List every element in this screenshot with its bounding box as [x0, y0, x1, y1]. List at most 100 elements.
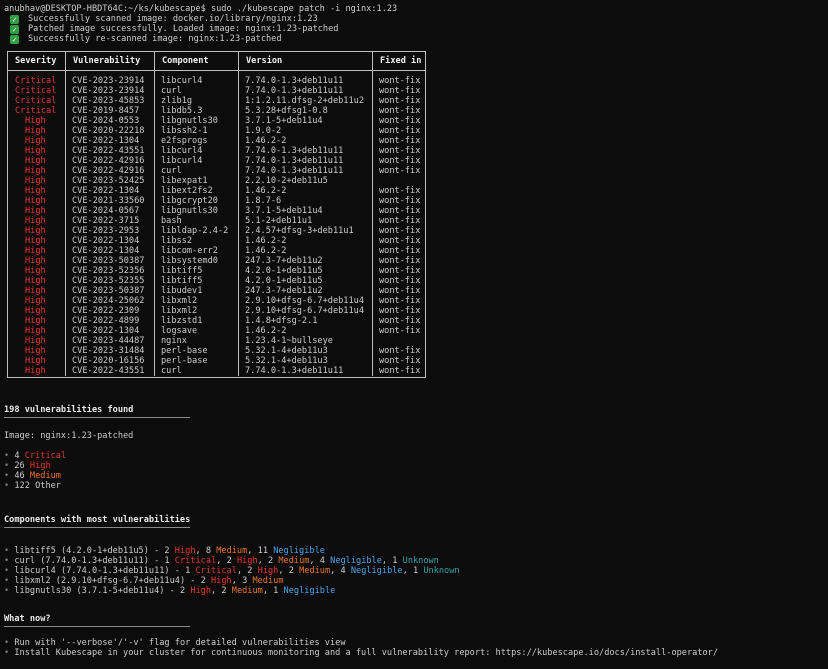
component-cell: libcurl4 [154, 156, 239, 166]
fixed-in-cell: wont-fix [372, 296, 425, 306]
check-icon: ✓ [10, 25, 19, 34]
table-row: High CVE-2023-50387 libsystemd0 247.3-7+deb… [8, 256, 425, 266]
version-cell: 1.46.2-2 [238, 186, 373, 196]
bullet: • [4, 566, 10, 576]
fixed-in-cell: wont-fix [372, 306, 425, 316]
whatnow-title: What now? [4, 614, 51, 624]
severity-cell: High [25, 216, 46, 226]
table-row: Critical CVE-2023-23914 libcurl4 7.74.0-1.3… [8, 70, 425, 86]
vulnerability-cell: CVE-2023-45853 [65, 96, 155, 106]
bullet: • [4, 638, 10, 648]
table-row: Critical CVE-2023-23914 curl 7.74.0-1.3+deb… [8, 86, 425, 96]
command-prompt: anubhav@DESKTOP-HBDT64C:~/ks/kubescape$ … [4, 4, 398, 14]
severity-cell: High [25, 176, 46, 186]
table-row: Critical CVE-2023-45853 zlib1g 1:1.2.11.dfs… [8, 96, 425, 106]
fixed-in-cell: wont-fix [372, 266, 425, 276]
table-row: High CVE-2022-1304 e2fsprogs 1.46.2-2 wont-f… [8, 136, 425, 146]
status-line: ✓ Patched image successfully. Loaded imag… [4, 24, 824, 34]
table-row: High CVE-2023-52356 libtiff5 4.2.0-1+deb11u… [8, 266, 425, 276]
version-cell: 3.7.1-5+deb11u4 [238, 206, 373, 216]
fixed-in-cell: wont-fix [372, 70, 425, 86]
status-line: ✓ Successfully re-scanned image: nginx:1.… [4, 34, 824, 44]
severity-cell: High [25, 246, 46, 256]
severity-cell: High [25, 196, 46, 206]
terminal[interactable]: anubhav@DESKTOP-HBDT64C:~/ks/kubescape$ … [4, 4, 824, 44]
fixed-in-cell: wont-fix [372, 206, 425, 216]
vulnerability-cell: CVE-2021-33560 [65, 196, 155, 206]
version-cell: 1.23.4-1~bullseye [238, 336, 373, 346]
fixed-in-cell: wont-fix [372, 96, 425, 106]
bullet: • [4, 546, 10, 556]
table-row: High CVE-2023-52425 libexpat1 2.2.10-2+deb1… [8, 176, 425, 186]
version-cell: 1.46.2-2 [238, 136, 373, 146]
component-cell: logsave [154, 326, 239, 336]
component-item: • curl (7.74.0-1.3+deb11u11) - 1 Critica… [4, 556, 439, 566]
vulnerability-cell: CVE-2022-3715 [65, 216, 155, 226]
severity-cell: Critical [15, 76, 57, 86]
component-cell: libss2 [154, 236, 239, 246]
column-header: Version [238, 52, 373, 71]
table-row: High CVE-2022-1304 libcom-err2 1.46.2-2 wont… [8, 246, 425, 256]
vulnerability-cell: CVE-2022-1304 [65, 186, 155, 196]
fixed-in-cell: wont-fix [372, 276, 425, 286]
components-section: Components with most vulnerabilities • l… [4, 515, 824, 596]
vulnerability-cell: CVE-2024-0567 [65, 206, 155, 216]
version-cell: 2.4.57+dfsg-3+deb11u1 [238, 226, 373, 236]
severity-cell: High [25, 126, 46, 136]
vulnerability-cell: CVE-2022-1304 [65, 236, 155, 246]
version-cell: 1.8.7-6 [238, 196, 373, 206]
fixed-in-cell: wont-fix [372, 346, 425, 356]
vulnerability-cell: CVE-2024-25062 [65, 296, 155, 306]
severity-cell: High [25, 286, 46, 296]
severity-cell: High [25, 366, 46, 376]
version-cell: 5.32.1-4+deb11u3 [238, 356, 373, 366]
version-cell: 1.4.8+dfsg-2.1 [238, 316, 373, 326]
version-cell: 4.2.0-1+deb11u5 [238, 276, 373, 286]
component-cell: libsystemd0 [154, 256, 239, 266]
component-cell: libext2fs2 [154, 186, 239, 196]
severity-cell: High [25, 136, 46, 146]
check-icon: ✓ [10, 35, 19, 44]
version-cell: 5.3.28+dfsg1-0.8 [238, 106, 373, 116]
table-row: High CVE-2022-43551 curl 7.74.0-1.3+deb11u1… [8, 366, 425, 376]
fixed-in-cell: wont-fix [372, 86, 425, 96]
component-cell: bash [154, 216, 239, 226]
vulnerability-cell: CVE-2022-43551 [65, 146, 155, 156]
version-cell: 5.32.1-4+deb11u3 [238, 346, 373, 356]
severity-cell: High [25, 186, 46, 196]
vulnerability-cell: CVE-2022-4899 [65, 316, 155, 326]
severity-cell: High [25, 116, 46, 126]
component-item: • libgnutls30 (3.7.1-5+deb11u4) - 2 High… [4, 586, 336, 596]
bullet: • [4, 586, 10, 596]
table-row: High CVE-2022-1304 libext2fs2 1.46.2-2 wont-… [8, 186, 425, 196]
severity-cell: High [25, 306, 46, 316]
severity-cell: High [25, 266, 46, 276]
bullet: • [4, 576, 10, 586]
severity-cell: High [25, 206, 46, 216]
vulnerability-cell: CVE-2023-23914 [65, 70, 155, 86]
version-cell: 247.3-7+deb11u2 [238, 286, 373, 296]
component-cell: libssh2-1 [154, 126, 239, 136]
version-cell: 7.74.0-1.3+deb11u11 [238, 70, 373, 86]
vulnerability-cell: CVE-2022-1304 [65, 326, 155, 336]
component-cell: libgnutls30 [154, 116, 239, 126]
severity-count: • 26 High [4, 461, 51, 471]
version-cell: 5.1-2+deb11u1 [238, 216, 373, 226]
component-cell: libtiff5 [154, 276, 239, 286]
vulnerability-cell: CVE-2023-31484 [65, 346, 155, 356]
vulnerability-cell: CVE-2023-2953 [65, 226, 155, 236]
severity-cell: High [25, 276, 46, 286]
bullet: • [4, 556, 10, 566]
table-header: Severity Vulnerability Component Version… [8, 52, 425, 71]
version-cell: 1.46.2-2 [238, 236, 373, 246]
severity-cell: High [25, 316, 46, 326]
component-cell: nginx [154, 336, 239, 346]
component-cell: libcurl4 [154, 146, 239, 156]
severity-cell: High [25, 146, 46, 156]
table-row: High CVE-2023-52355 libtiff5 4.2.0-1+deb11u… [8, 276, 425, 286]
table-row: High CVE-2021-33560 libgcrypt20 1.8.7-6 wont… [8, 196, 425, 206]
table-row: High CVE-2024-25062 libxml2 2.9.10+dfsg-6.7… [8, 296, 425, 306]
table-row: High CVE-2022-43551 libcurl4 7.74.0-1.3+deb… [8, 146, 425, 156]
table-row: High CVE-2022-2309 libxml2 2.9.10+dfsg-6.7+… [8, 306, 425, 316]
bullet: • [4, 451, 10, 461]
